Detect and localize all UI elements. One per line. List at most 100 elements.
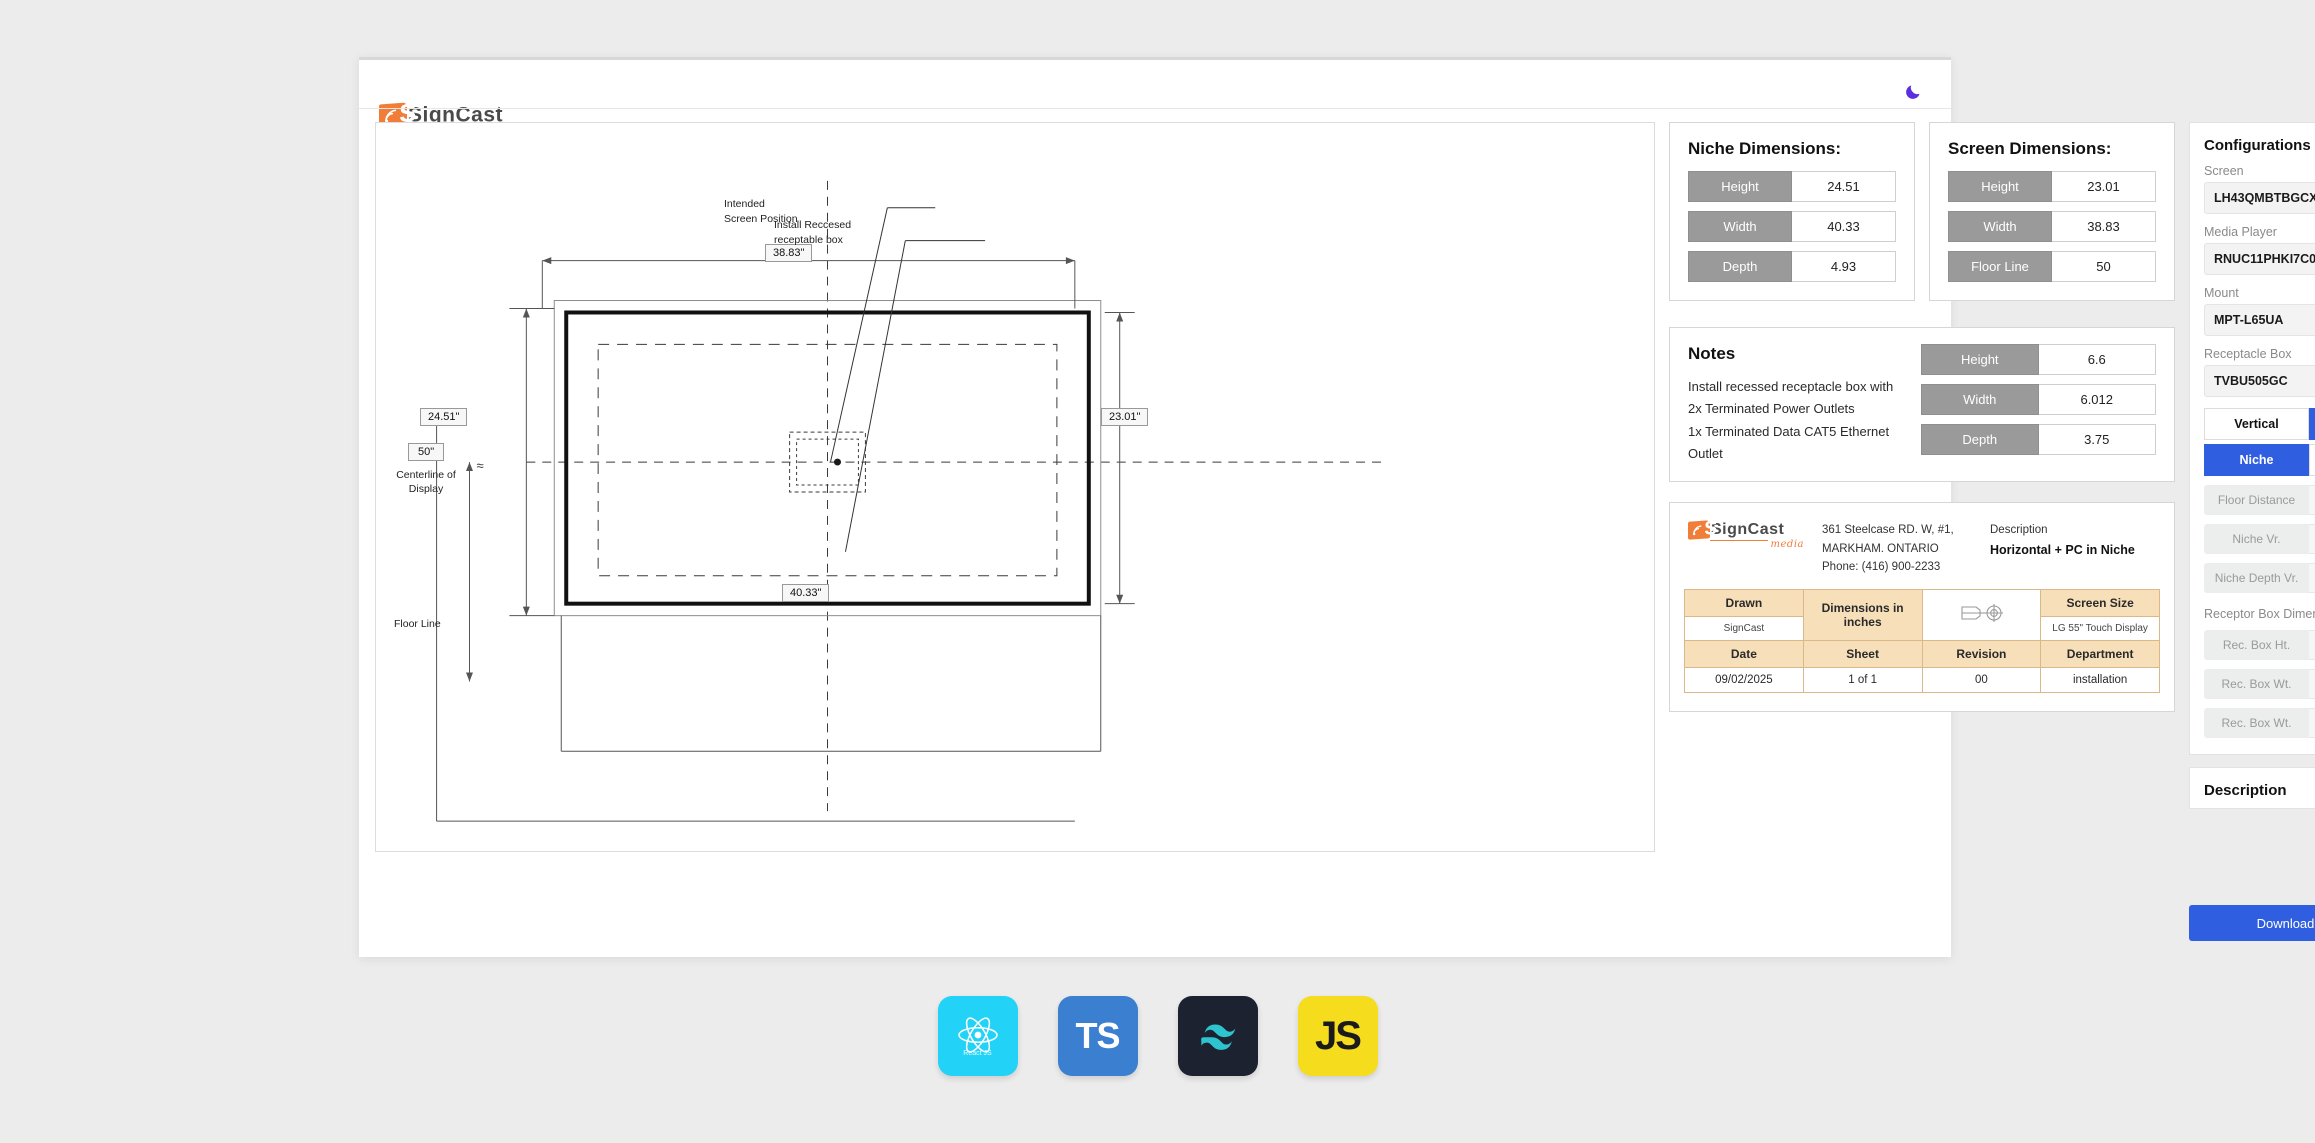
row-value: 38.83	[2052, 211, 2156, 242]
address-line: MARKHAM. ONTARIO	[1822, 542, 1939, 555]
floor-distance-label: Floor Distance	[2204, 485, 2309, 515]
titleblock-header: S SignCast media 361 Steelcase RD. W, #1…	[1684, 517, 2160, 588]
receptacle-dimensions-table: Height 6.6 Width 6.012 Depth 3.75	[1921, 344, 2156, 465]
orientation-horizontal-button[interactable]: Horizontal	[2309, 408, 2315, 440]
niche-vr-input[interactable]: 1.5	[2309, 524, 2315, 554]
row-label: Depth	[1921, 424, 2039, 455]
logo-subtext: media	[1770, 539, 1804, 551]
moon-icon	[1906, 85, 1920, 99]
table-row: Width 6.012	[1921, 384, 2156, 415]
download-button[interactable]: Download	[2189, 905, 2315, 941]
row-label: Depth	[1688, 251, 1792, 282]
table-row: 09/02/2025 1 of 1 00 installation	[1684, 666, 2160, 693]
titleblock-logo: S SignCast media	[1688, 518, 1804, 551]
rec-box-wt-input[interactable]: 6.012	[2309, 669, 2315, 699]
table-row: Width 38.83	[1948, 211, 2156, 242]
description-card-title: Description	[2204, 782, 2287, 799]
description-value: Horizontal + PC in Niche	[1990, 542, 2135, 557]
configurations-scroll-area[interactable]: Configurations Screen LH43QMBTBGCXZA ⌄ M…	[2189, 122, 2315, 941]
table-row: Floor Line 50	[1948, 251, 2156, 282]
row-label: Width	[1688, 211, 1792, 242]
react-icon	[957, 1016, 998, 1053]
dimension-label-bottom: 40.33"	[782, 584, 830, 602]
note-line: 1x Terminated Data CAT5 Ethernet Outlet	[1688, 423, 1890, 462]
header-divider	[359, 108, 1951, 109]
sheet-value: 1 of 1	[1802, 666, 1923, 693]
mount-select[interactable]: MPT-L65UA ⌄	[2204, 304, 2315, 336]
screen-select[interactable]: LH43QMBTBGCXZA ⌄	[2204, 182, 2315, 214]
niche-vr-label: Niche Vr.	[2204, 524, 2309, 554]
row-value: 6.012	[2038, 384, 2156, 415]
typescript-logo: TS	[1057, 996, 1138, 1076]
dimensions-label: Dimensions in inches	[1802, 588, 1923, 641]
niche-depth-vr-input[interactable]: 0.5	[2309, 563, 2315, 593]
configurations-sidebar: Configurations Screen LH43QMBTBGCXZA ⌄ M…	[2189, 122, 2315, 941]
revision-label: Revision	[1921, 639, 2042, 668]
rec-box-depth-label: Rec. Box Wt.	[2204, 708, 2309, 738]
tailwind-logo	[1177, 996, 1258, 1076]
company-address: 361 Steelcase RD. W, #1, MARKHAM. ONTARI…	[1822, 521, 1972, 576]
floor-distance-row: Floor Distance 50	[2204, 485, 2315, 515]
receptacle-box-field-label: Receptacle Box	[2204, 347, 2292, 361]
table-row: Depth 3.75	[1921, 424, 2156, 455]
row-value: 23.01	[2052, 171, 2156, 202]
dimension-label-right: 23.01"	[1101, 408, 1149, 426]
approx-symbol: ≈	[476, 458, 483, 473]
row-value: 50	[2052, 251, 2156, 282]
app-body: ≈ 38.83" 24.51" 23.01" 40.33" 50" Center…	[359, 122, 2315, 957]
screen-dimensions-card: Screen Dimensions: Height 23.01 Width 38…	[1929, 122, 2175, 301]
rec-box-ht-input[interactable]: 6.6	[2309, 630, 2315, 660]
app-header: S SignCast media	[359, 60, 1951, 141]
table-row: Width 40.33	[1688, 211, 1896, 242]
row-label: Width	[1921, 384, 2039, 415]
department-label: Department	[2040, 639, 2160, 668]
date-label: Date	[1684, 639, 1804, 668]
date-value: 09/02/2025	[1684, 666, 1804, 693]
niche-vr-row: Niche Vr. 1.5	[2204, 524, 2315, 554]
tech-stack-logos: React JS TS JS	[0, 996, 2315, 1076]
rec-box-depth-row: Rec. Box Wt. 3.75	[2204, 708, 2315, 738]
floor-distance-input[interactable]: 50	[2309, 485, 2315, 515]
row-value: 6.6	[2038, 344, 2156, 375]
drawing-canvas[interactable]: ≈ 38.83" 24.51" 23.01" 40.33" 50" Center…	[375, 122, 1655, 852]
notes-card: Notes Install recessed receptacle box wi…	[1669, 327, 2175, 483]
react-logo: React JS	[937, 996, 1018, 1076]
dimension-label-left: 24.51"	[420, 408, 468, 426]
row-value: 3.75	[2038, 424, 2156, 455]
download-label: Download	[2256, 915, 2315, 931]
notes-text-block: Notes Install recessed receptacle box wi…	[1688, 344, 1905, 465]
media-player-select[interactable]: RNUC11PHKI7C001-B ⌄	[2204, 243, 2315, 275]
react-label: React JS	[963, 1049, 992, 1057]
rec-box-wt-row: Rec. Box Wt. 6.012	[2204, 669, 2315, 699]
dark-mode-toggle[interactable]	[1901, 78, 1927, 104]
receptacle-box-select-value: TVBU505GC	[2214, 374, 2288, 388]
floor-line-label: Floor Line	[394, 618, 441, 630]
orientation-vertical-button[interactable]: Vertical	[2204, 408, 2309, 440]
javascript-logo: JS	[1297, 996, 1378, 1076]
address-line: 361 Steelcase RD. W, #1,	[1822, 524, 1954, 537]
rec-box-depth-input[interactable]: 3.75	[2309, 708, 2315, 738]
titleblock-table: Drawn Dimensions in inches Screen Size S…	[1684, 588, 2160, 693]
screen-dimensions-title: Screen Dimensions:	[1948, 139, 2112, 158]
row-label: Width	[1948, 211, 2052, 242]
dimension-cards-row: Niche Dimensions: Height 24.51 Width 40.…	[1669, 122, 2175, 301]
department-value: installation	[2040, 666, 2160, 693]
info-panels: Niche Dimensions: Height 24.51 Width 40.…	[1669, 122, 2175, 941]
signcast-logo-mark: S	[1688, 518, 1716, 541]
app-window: S SignCast media	[359, 57, 2315, 957]
mount-select-value: MPT-L65UA	[2214, 313, 2284, 327]
javascript-label: JS	[1315, 1013, 1362, 1058]
install-type-niche-button[interactable]: Niche	[2204, 444, 2309, 476]
niche-depth-vr-row: Niche Depth Vr. 0.5	[2204, 563, 2315, 593]
install-type-flatwall-button[interactable]: Flat Wall	[2309, 444, 2315, 476]
install-type-toggle: Niche Flat Wall	[2204, 444, 2315, 476]
media-player-select-value: RNUC11PHKI7C001-B	[2214, 252, 2315, 266]
titleblock-card: S SignCast media 361 Steelcase RD. W, #1…	[1669, 502, 2175, 712]
note-line: Install recessed receptacle box with	[1688, 379, 1894, 394]
media-player-field-label: Media Player	[2204, 225, 2277, 239]
receptacle-box-select[interactable]: TVBU505GC ⌄	[2204, 365, 2315, 397]
rec-box-ht-label: Rec. Box Ht.	[2204, 630, 2309, 660]
table-row: Height 6.6	[1921, 344, 2156, 375]
notes-title: Notes	[1688, 344, 1736, 363]
revision-value: 00	[1921, 666, 2042, 693]
